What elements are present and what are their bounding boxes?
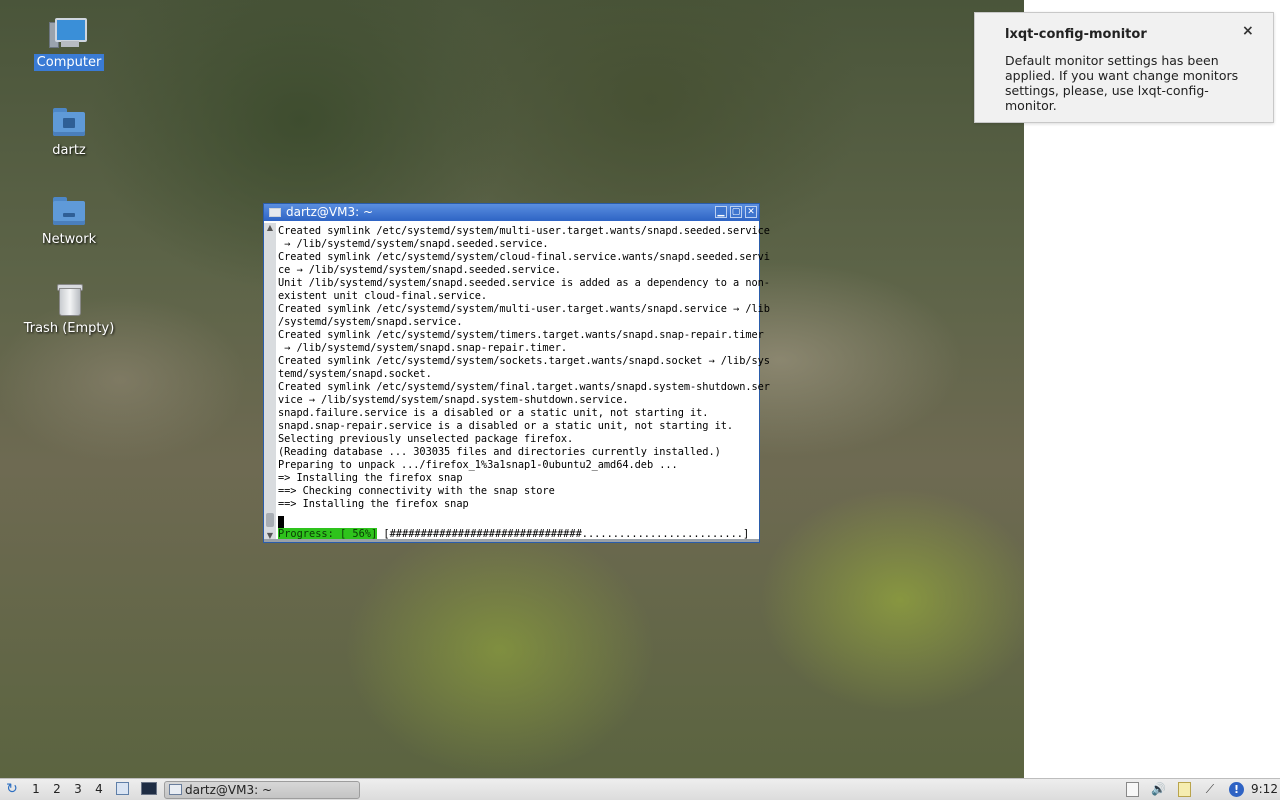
terminal-line: Unit /lib/systemd/system/snapd.seeded.se… xyxy=(278,277,770,289)
terminal-icon xyxy=(169,784,182,795)
minimize-button[interactable]: ▁ xyxy=(715,206,727,218)
terminal-window[interactable]: dartz@VM3: ~ ▁ ▢ ✕ ▲ ▼ Created symlink /… xyxy=(263,203,770,543)
workspace-2[interactable]: 2 xyxy=(50,779,64,800)
notification-popup[interactable]: lxqt-config-monitor Default monitor sett… xyxy=(974,12,1274,123)
workspace-3[interactable]: 3 xyxy=(71,779,85,800)
scroll-up-arrow-icon[interactable]: ▲ xyxy=(265,223,275,233)
terminal-line: snapd.failure.service is a disabled or a… xyxy=(278,407,709,419)
notification-body: Default monitor settings has been applie… xyxy=(1005,53,1239,113)
terminal-line: Created symlink /etc/systemd/system/sock… xyxy=(278,355,770,367)
terminal-line: snapd.snap-repair.service is a disabled … xyxy=(278,420,734,432)
horizontal-scrollbar[interactable] xyxy=(264,539,759,542)
desktop-icon-network[interactable]: Network xyxy=(9,193,129,248)
terminal-line: Created symlink /etc/systemd/system/mult… xyxy=(278,303,770,315)
terminal-line: Created symlink /etc/systemd/system/clou… xyxy=(278,251,770,263)
taskbar: ↻ 1 2 3 4 dartz@VM3: ~ 🔊 ⟋ ! 9:12 xyxy=(0,778,1280,800)
terminal-line: ce → /lib/systemd/system/snapd.seeded.se… xyxy=(278,264,561,276)
desktop-icon-label: dartz xyxy=(52,143,86,158)
terminal-line: → /lib/systemd/system/snapd.seeded.servi… xyxy=(278,238,549,250)
terminal-cursor xyxy=(278,516,284,528)
terminal-line: vice → /lib/systemd/system/snapd.system-… xyxy=(278,394,629,406)
network-folder-icon xyxy=(51,193,87,227)
show-desktop-icon[interactable] xyxy=(116,782,129,795)
volume-icon[interactable]: 🔊 xyxy=(1151,782,1166,797)
workspace-1[interactable]: 1 xyxy=(29,779,43,800)
notification-title: lxqt-config-monitor xyxy=(1005,27,1147,42)
terminal-line: /systemd/system/snapd.service. xyxy=(278,316,463,328)
terminal-line: Selecting previously unselected package … xyxy=(278,433,574,445)
home-folder-icon xyxy=(51,104,87,138)
terminal-line: temd/system/snapd.socket. xyxy=(278,368,432,380)
terminal-line: Created symlink /etc/systemd/system/fina… xyxy=(278,381,770,393)
desktop-icon-label: Network xyxy=(41,232,97,247)
trash-icon xyxy=(51,282,87,316)
terminal-text: Created symlink /etc/systemd/system/mult… xyxy=(278,225,770,511)
terminal-icon xyxy=(269,208,281,217)
workspace-4[interactable]: 4 xyxy=(92,779,106,800)
terminal-line: (Reading database ... 303035 files and d… xyxy=(278,446,721,458)
terminal-line: Created symlink /etc/systemd/system/mult… xyxy=(278,225,770,237)
terminal-line: ==> Checking connectivity with the snap … xyxy=(278,485,555,497)
computer-icon xyxy=(49,16,87,50)
desktop-icon-computer[interactable]: Computer xyxy=(9,16,129,71)
scrollbar-thumb[interactable] xyxy=(266,513,274,527)
clipboard-icon[interactable] xyxy=(1126,782,1139,797)
terminal-output-area[interactable]: ▲ ▼ Created symlink /etc/systemd/system/… xyxy=(264,221,770,542)
terminal-line: existent unit cloud-final.service. xyxy=(278,290,488,302)
close-button[interactable]: ✕ xyxy=(745,206,757,218)
network-icon[interactable]: ⟋ xyxy=(1203,782,1217,797)
desktop-icon-trash[interactable]: Trash (Empty) xyxy=(9,282,129,337)
terminal-line: ==> Installing the firefox snap xyxy=(278,498,469,510)
clock[interactable]: 9:12 xyxy=(1251,779,1278,800)
vertical-scrollbar[interactable]: ▲ ▼ xyxy=(264,223,276,541)
notification-close-icon[interactable]: × xyxy=(1242,23,1254,39)
terminal-launcher-icon[interactable] xyxy=(141,782,157,795)
application-menu-icon[interactable]: ↻ xyxy=(4,779,20,800)
desktop-icon-label: Trash (Empty) xyxy=(23,321,115,336)
maximize-button[interactable]: ▢ xyxy=(730,206,742,218)
window-title: dartz@VM3: ~ xyxy=(286,205,374,219)
terminal-line: Created symlink /etc/systemd/system/time… xyxy=(278,329,764,341)
updates-icon[interactable]: ! xyxy=(1229,782,1244,797)
task-button-label: dartz@VM3: ~ xyxy=(185,783,273,797)
terminal-titlebar[interactable]: dartz@VM3: ~ ▁ ▢ ✕ xyxy=(264,204,759,221)
terminal-line: => Installing the firefox snap xyxy=(278,472,463,484)
desktop-icon-home[interactable]: dartz xyxy=(9,104,129,159)
terminal-line: → /lib/systemd/system/snapd.snap-repair.… xyxy=(278,342,568,354)
terminal-line: Preparing to unpack .../firefox_1%3a1sna… xyxy=(278,459,678,471)
desktop-icon-label: Computer xyxy=(33,54,105,71)
task-button-terminal[interactable]: dartz@VM3: ~ xyxy=(164,781,360,799)
notes-icon[interactable] xyxy=(1178,782,1191,797)
